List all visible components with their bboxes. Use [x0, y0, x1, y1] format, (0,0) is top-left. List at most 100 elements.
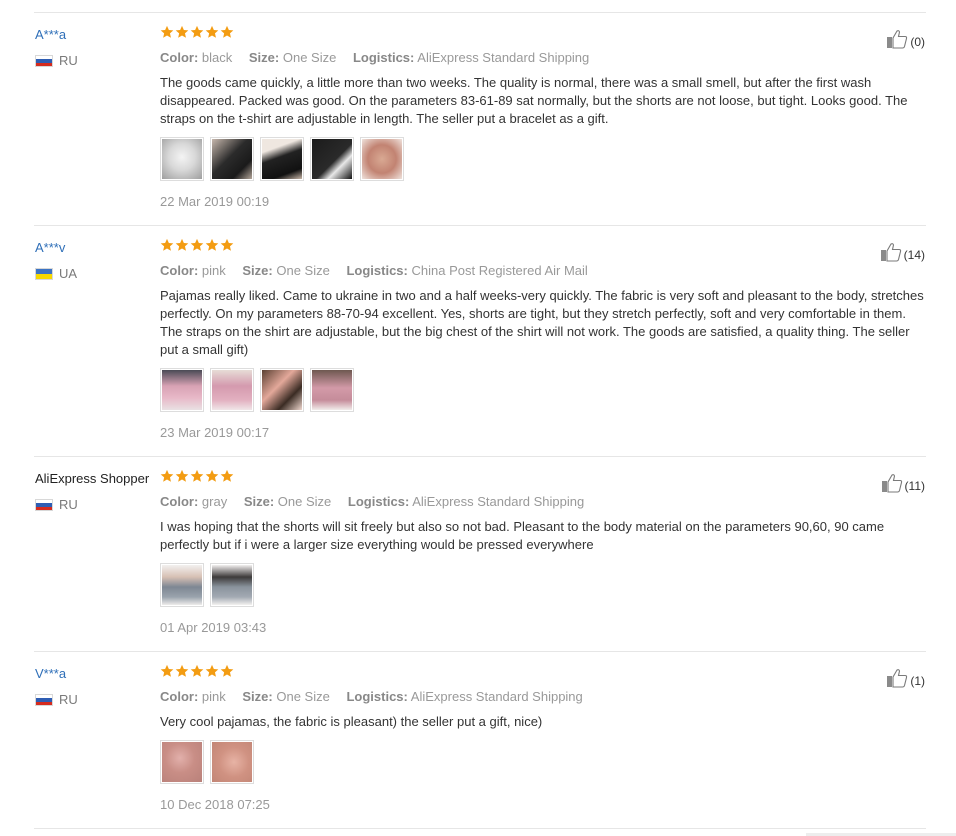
country-code: UA — [59, 266, 78, 281]
reviewer-country: UA — [35, 266, 77, 281]
helpful-count: (14) — [903, 248, 925, 262]
star-icon — [175, 469, 189, 482]
size-value: One Size — [277, 494, 332, 509]
logistics-value: China Post Registered Air Mail — [411, 263, 588, 278]
color-label: Color: — [160, 50, 199, 65]
logistics-value: AliExpress Standard Shipping — [410, 689, 583, 704]
review-item: A***v UA Color: pink Size: One Size Logi… — [0, 226, 956, 456]
review-date: 23 Mar 2019 00:17 — [160, 425, 270, 440]
star-rating — [160, 238, 234, 252]
reviewer-name-link[interactable]: A***v — [35, 240, 65, 255]
color-label: Color: — [160, 494, 199, 509]
thumbs-up-icon[interactable] — [881, 473, 903, 493]
review-photo-thumbnail[interactable] — [210, 368, 254, 412]
review-photo-thumbnail[interactable] — [310, 368, 354, 412]
order-info: Color: black Size: One Size Logistics: A… — [160, 50, 589, 65]
order-info: Color: pink Size: One Size Logistics: Ch… — [160, 263, 588, 278]
order-info: Color: gray Size: One Size Logistics: Al… — [160, 494, 584, 509]
reviewer-name-link[interactable]: V***a — [35, 666, 66, 681]
review-date: 10 Dec 2018 07:25 — [160, 797, 270, 812]
star-icon — [160, 25, 174, 38]
star-rating — [160, 25, 234, 39]
star-icon — [220, 25, 234, 38]
country-code: RU — [59, 497, 78, 512]
star-icon — [175, 238, 189, 251]
review-photo-thumbnail[interactable] — [210, 137, 254, 181]
review-photo-thumbnail[interactable] — [360, 137, 404, 181]
review-photos — [160, 368, 354, 412]
review-text: The goods came quickly, a little more th… — [160, 75, 908, 126]
review-photos — [160, 563, 254, 607]
helpful-vote[interactable]: (14) — [880, 242, 925, 262]
star-icon — [205, 25, 219, 38]
logistics-label: Logistics: — [346, 263, 408, 278]
size-value: One Size — [276, 263, 330, 278]
star-rating — [160, 469, 234, 483]
helpful-count: (1) — [910, 674, 925, 688]
star-icon — [160, 469, 174, 482]
logistics-label: Logistics: — [347, 494, 410, 509]
color-value: black — [201, 50, 233, 65]
country-code: RU — [59, 692, 78, 707]
reviewer-name-link[interactable]: AliExpress Shopper — [35, 471, 149, 486]
thumbs-up-icon[interactable] — [880, 242, 902, 262]
review-photo-thumbnail[interactable] — [160, 137, 204, 181]
ukraine-flag-icon — [35, 267, 53, 280]
russia-flag-icon — [35, 693, 53, 706]
helpful-vote[interactable]: (0) — [886, 29, 925, 49]
star-icon — [205, 664, 219, 677]
reviewer-country: RU — [35, 692, 78, 707]
size-label: Size: — [243, 494, 275, 509]
review-photo-thumbnail[interactable] — [310, 137, 354, 181]
review-date: 22 Mar 2019 00:19 — [160, 194, 270, 209]
star-icon — [160, 664, 174, 677]
review-text: I was hoping that the shorts will sit fr… — [160, 519, 885, 552]
review-item: A***a RU Color: black Size: One Size Log… — [0, 13, 956, 225]
review-text: Pajamas really liked. Came to ukraine in… — [160, 288, 924, 357]
russia-flag-icon — [35, 498, 53, 511]
bottom-divider — [34, 828, 926, 829]
review-text: Very cool pajamas, the fabric is pleasan… — [160, 714, 543, 729]
order-info: Color: pink Size: One Size Logistics: Al… — [160, 689, 583, 704]
reviewer-name-link[interactable]: A***a — [35, 27, 66, 42]
star-icon — [190, 664, 204, 677]
helpful-vote[interactable]: (1) — [886, 668, 925, 688]
star-icon — [220, 469, 234, 482]
star-icon — [220, 238, 234, 251]
russia-flag-icon — [35, 54, 53, 67]
logistics-value: AliExpress Standard Shipping — [412, 494, 585, 509]
size-label: Size: — [248, 50, 280, 65]
color-value: pink — [201, 263, 226, 278]
star-icon — [175, 25, 189, 38]
star-icon — [175, 664, 189, 677]
star-icon — [205, 238, 219, 251]
logistics-label: Logistics: — [346, 689, 408, 704]
size-label: Size: — [242, 263, 273, 278]
review-photo-thumbnail[interactable] — [160, 563, 204, 607]
star-icon — [220, 664, 234, 677]
review-date: 01 Apr 2019 03:43 — [160, 620, 267, 635]
color-label: Color: — [160, 263, 199, 278]
star-icon — [160, 238, 174, 251]
star-icon — [190, 25, 204, 38]
review-photo-thumbnail[interactable] — [260, 137, 304, 181]
review-photo-thumbnail[interactable] — [160, 368, 204, 412]
size-value: One Size — [276, 689, 330, 704]
color-value: pink — [201, 689, 226, 704]
thumbs-up-icon[interactable] — [886, 668, 908, 688]
review-photo-thumbnail[interactable] — [160, 740, 204, 784]
star-rating — [160, 664, 234, 678]
size-label: Size: — [242, 689, 273, 704]
country-code: RU — [59, 53, 78, 68]
helpful-count: (0) — [910, 35, 925, 49]
thumbs-up-icon[interactable] — [886, 29, 908, 49]
review-photo-thumbnail[interactable] — [210, 563, 254, 607]
review-item: V***a RU Color: pink Size: One Size Logi… — [0, 652, 956, 828]
review-item: AliExpress Shopper RU Color: gray Size: … — [0, 457, 956, 651]
review-photo-thumbnail[interactable] — [260, 368, 304, 412]
helpful-vote[interactable]: (11) — [881, 473, 925, 493]
review-photos — [160, 137, 404, 181]
reviewer-country: RU — [35, 497, 78, 512]
review-photo-thumbnail[interactable] — [210, 740, 254, 784]
helpful-count: (11) — [904, 479, 925, 493]
